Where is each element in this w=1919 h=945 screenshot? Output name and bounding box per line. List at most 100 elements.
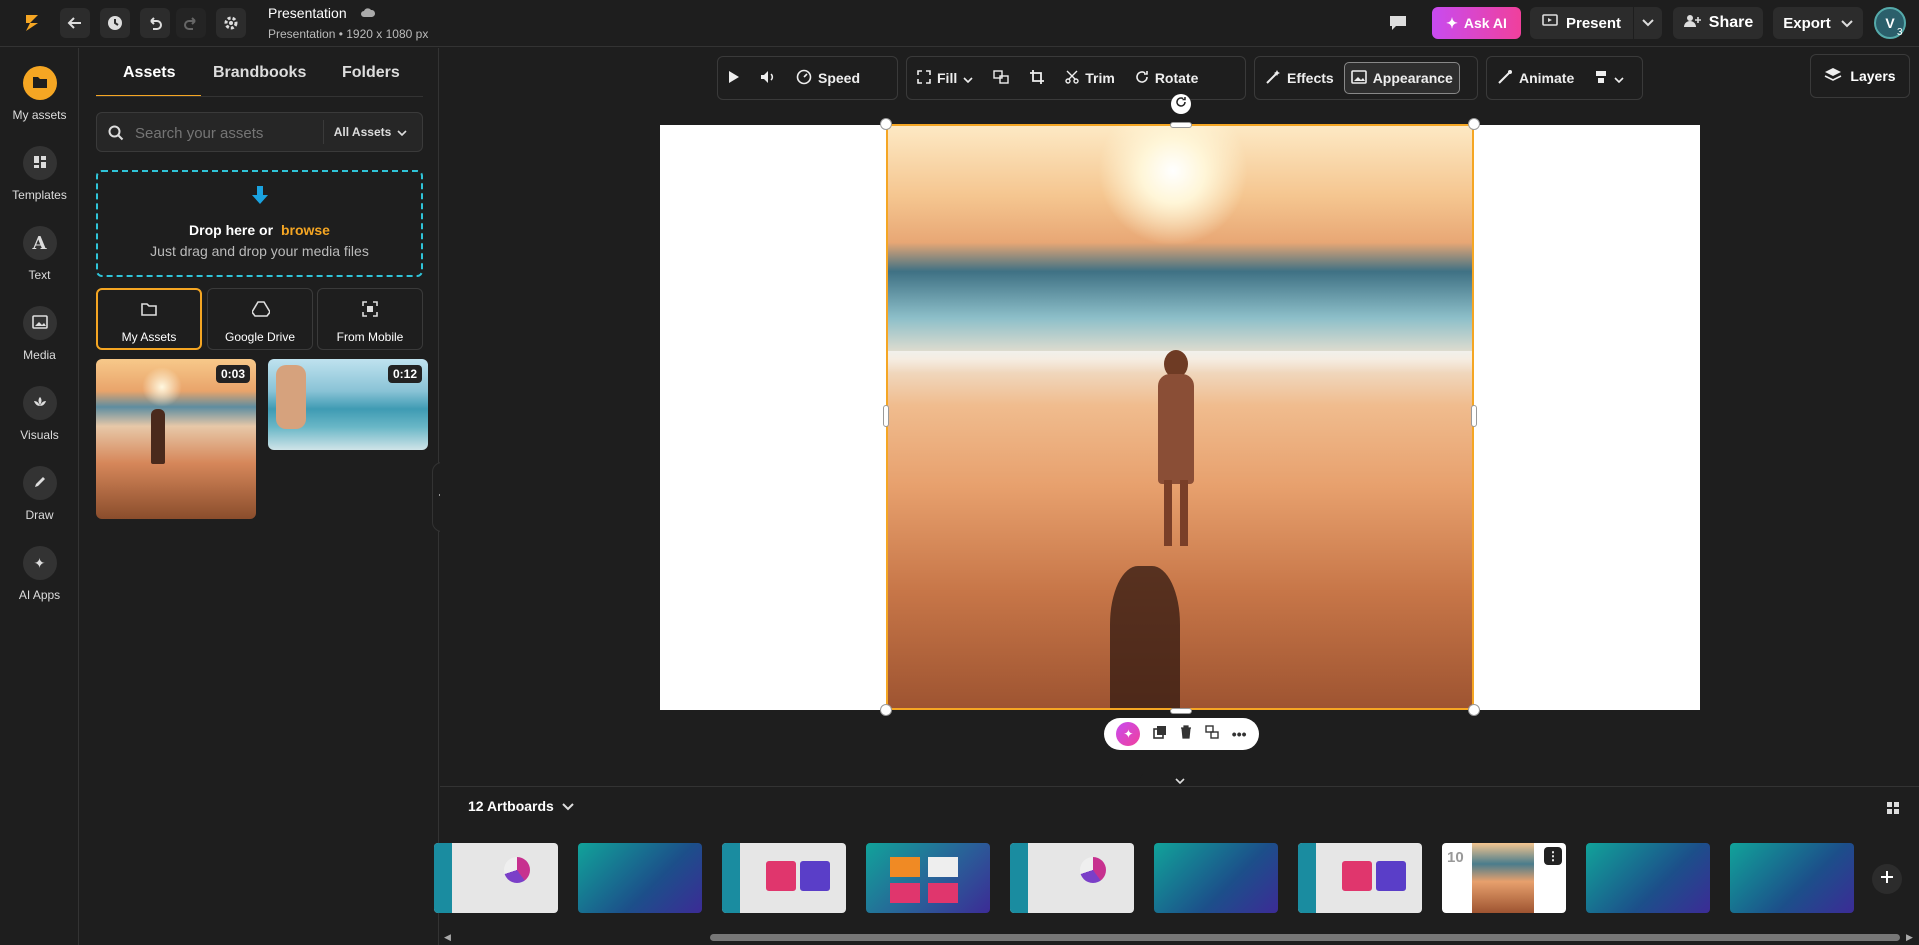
resize-handle[interactable] <box>1170 708 1192 714</box>
rail-ai-apps[interactable]: ✦ AI Apps <box>0 546 79 602</box>
search-input[interactable] <box>135 122 315 144</box>
resize-handle[interactable] <box>1170 122 1192 128</box>
chevron-down-icon <box>1841 15 1853 32</box>
artboard-thumbnail[interactable] <box>1586 843 1710 913</box>
chevron-down-icon <box>397 125 407 139</box>
ai-magic-button[interactable]: ✦ <box>1116 722 1141 746</box>
context-toolbar: ✦ ••• <box>1104 718 1259 750</box>
scroll-right-icon[interactable]: ▶ <box>1906 932 1913 943</box>
drop-zone[interactable]: Drop here or browse Just drag and drop y… <box>96 170 423 277</box>
media-thumbnail[interactable]: 0:03 <box>96 359 256 519</box>
rail-media[interactable]: Media <box>0 306 79 362</box>
rotate-button[interactable]: Rotate <box>1125 57 1209 99</box>
export-button[interactable]: Export <box>1773 7 1863 39</box>
rail-visuals[interactable]: Visuals <box>0 386 79 442</box>
plus-icon <box>1880 870 1894 889</box>
document-title[interactable]: Presentation <box>268 5 347 21</box>
share-button[interactable]: Share <box>1673 7 1763 39</box>
media-thumbnail[interactable]: 0:12 <box>268 359 428 450</box>
speed-button[interactable]: Speed <box>786 57 870 99</box>
tab-assets[interactable]: Assets <box>123 64 175 82</box>
artboard-thumbnail[interactable] <box>722 843 846 913</box>
selected-video[interactable] <box>886 124 1474 710</box>
artboard-thumbnail[interactable] <box>1154 843 1278 913</box>
rail-draw[interactable]: Draw <box>0 466 79 522</box>
appearance-button[interactable]: Appearance <box>1343 62 1460 94</box>
resize-handle[interactable] <box>880 704 892 716</box>
redo-button[interactable] <box>176 8 206 38</box>
avatar-badge: 3 <box>1897 27 1903 38</box>
rail-text[interactable]: A Text <box>0 226 79 282</box>
trash-icon[interactable] <box>1180 724 1192 744</box>
rail-templates[interactable]: Templates <box>0 146 79 202</box>
artboard-thumbnail[interactable] <box>1730 843 1854 913</box>
fill-dropdown[interactable]: Fill <box>907 57 983 99</box>
top-bar: Presentation Presentation • 1920 x 1080 … <box>0 0 1919 47</box>
tab-brandbooks[interactable]: Brandbooks <box>213 64 306 82</box>
undo-button[interactable] <box>140 8 170 38</box>
source-google-drive[interactable]: Google Drive <box>207 288 313 350</box>
app-logo[interactable] <box>20 11 44 35</box>
add-user-icon <box>1683 14 1701 33</box>
artboard-thumbnail-current[interactable]: 10 ⋮ <box>1442 843 1566 913</box>
present-button[interactable]: Present <box>1530 7 1633 39</box>
more-vertical-icon[interactable]: ⋮ <box>1544 847 1562 865</box>
search-box: All Assets <box>96 112 423 152</box>
history-button[interactable] <box>100 8 130 38</box>
drop-zone-subtitle: Just drag and drop your media files <box>150 243 369 259</box>
artboard-thumbnail[interactable] <box>866 843 990 913</box>
playback-toolbar: Speed <box>717 56 898 100</box>
artboard-thumbnail[interactable] <box>1298 843 1422 913</box>
artboard-thumbnail[interactable] <box>578 843 702 913</box>
add-artboard-button[interactable] <box>1872 864 1902 894</box>
comments-icon[interactable] <box>1388 14 1408 37</box>
layers-button[interactable]: Layers <box>1810 54 1910 98</box>
rotate-handle[interactable] <box>1171 94 1191 114</box>
assets-filter-dropdown[interactable]: All Assets <box>323 120 417 144</box>
scroll-left-icon[interactable]: ◀ <box>444 932 451 943</box>
play-button[interactable] <box>718 57 750 99</box>
resize-handle[interactable] <box>1468 704 1480 716</box>
drop-zone-title: Drop here or browse <box>189 222 330 238</box>
position-dropdown[interactable] <box>1584 57 1634 99</box>
artboard-thumbnail[interactable] <box>1010 843 1134 913</box>
qr-scan-icon <box>362 301 378 322</box>
undo-icon <box>147 15 163 31</box>
chevron-down-icon <box>1642 14 1654 32</box>
resize-handle[interactable] <box>1471 405 1477 427</box>
sparkle-icon: ✦ <box>33 554 46 571</box>
replace-button[interactable] <box>983 57 1019 99</box>
feet-figure <box>276 365 306 429</box>
left-rail: My assets Templates A Text Media Visuals… <box>0 48 79 945</box>
browse-link[interactable]: browse <box>281 222 330 238</box>
duplicate-icon[interactable] <box>1153 725 1167 744</box>
grid-view-icon[interactable] <box>1887 801 1899 819</box>
resize-handle[interactable] <box>880 118 892 130</box>
tab-folders[interactable]: Folders <box>342 64 400 82</box>
back-button[interactable] <box>60 8 90 38</box>
effects-button[interactable]: Effects <box>1255 57 1344 99</box>
magic-wand-icon <box>1265 69 1281 88</box>
rail-my-assets[interactable]: My assets <box>0 66 79 122</box>
ask-ai-button[interactable]: ✦ Ask AI <box>1432 7 1521 39</box>
animate-button[interactable]: Animate <box>1487 57 1584 99</box>
pen-icon <box>33 475 47 492</box>
chevron-down-icon <box>963 70 973 86</box>
resize-handle[interactable] <box>1468 118 1480 130</box>
redo-icon <box>183 15 199 31</box>
clock-icon <box>107 15 123 31</box>
source-from-mobile[interactable]: From Mobile <box>317 288 423 350</box>
volume-button[interactable] <box>750 57 786 99</box>
resize-handle[interactable] <box>883 405 889 427</box>
present-dropdown-button[interactable] <box>1634 7 1662 39</box>
replace-icon[interactable] <box>1205 724 1219 744</box>
artboard-thumbnail[interactable] <box>434 843 558 913</box>
settings-button[interactable] <box>216 8 246 38</box>
more-options-icon[interactable]: ••• <box>1232 726 1247 742</box>
trim-button[interactable]: Trim <box>1055 57 1125 99</box>
crop-button[interactable] <box>1019 57 1055 99</box>
scrollbar-thumb[interactable] <box>710 934 1900 941</box>
artboards-dropdown[interactable]: 12 Artboards <box>468 798 574 814</box>
horizontal-scrollbar[interactable]: ◀ ▶ <box>440 932 1919 942</box>
source-my-assets[interactable]: My Assets <box>96 288 202 350</box>
